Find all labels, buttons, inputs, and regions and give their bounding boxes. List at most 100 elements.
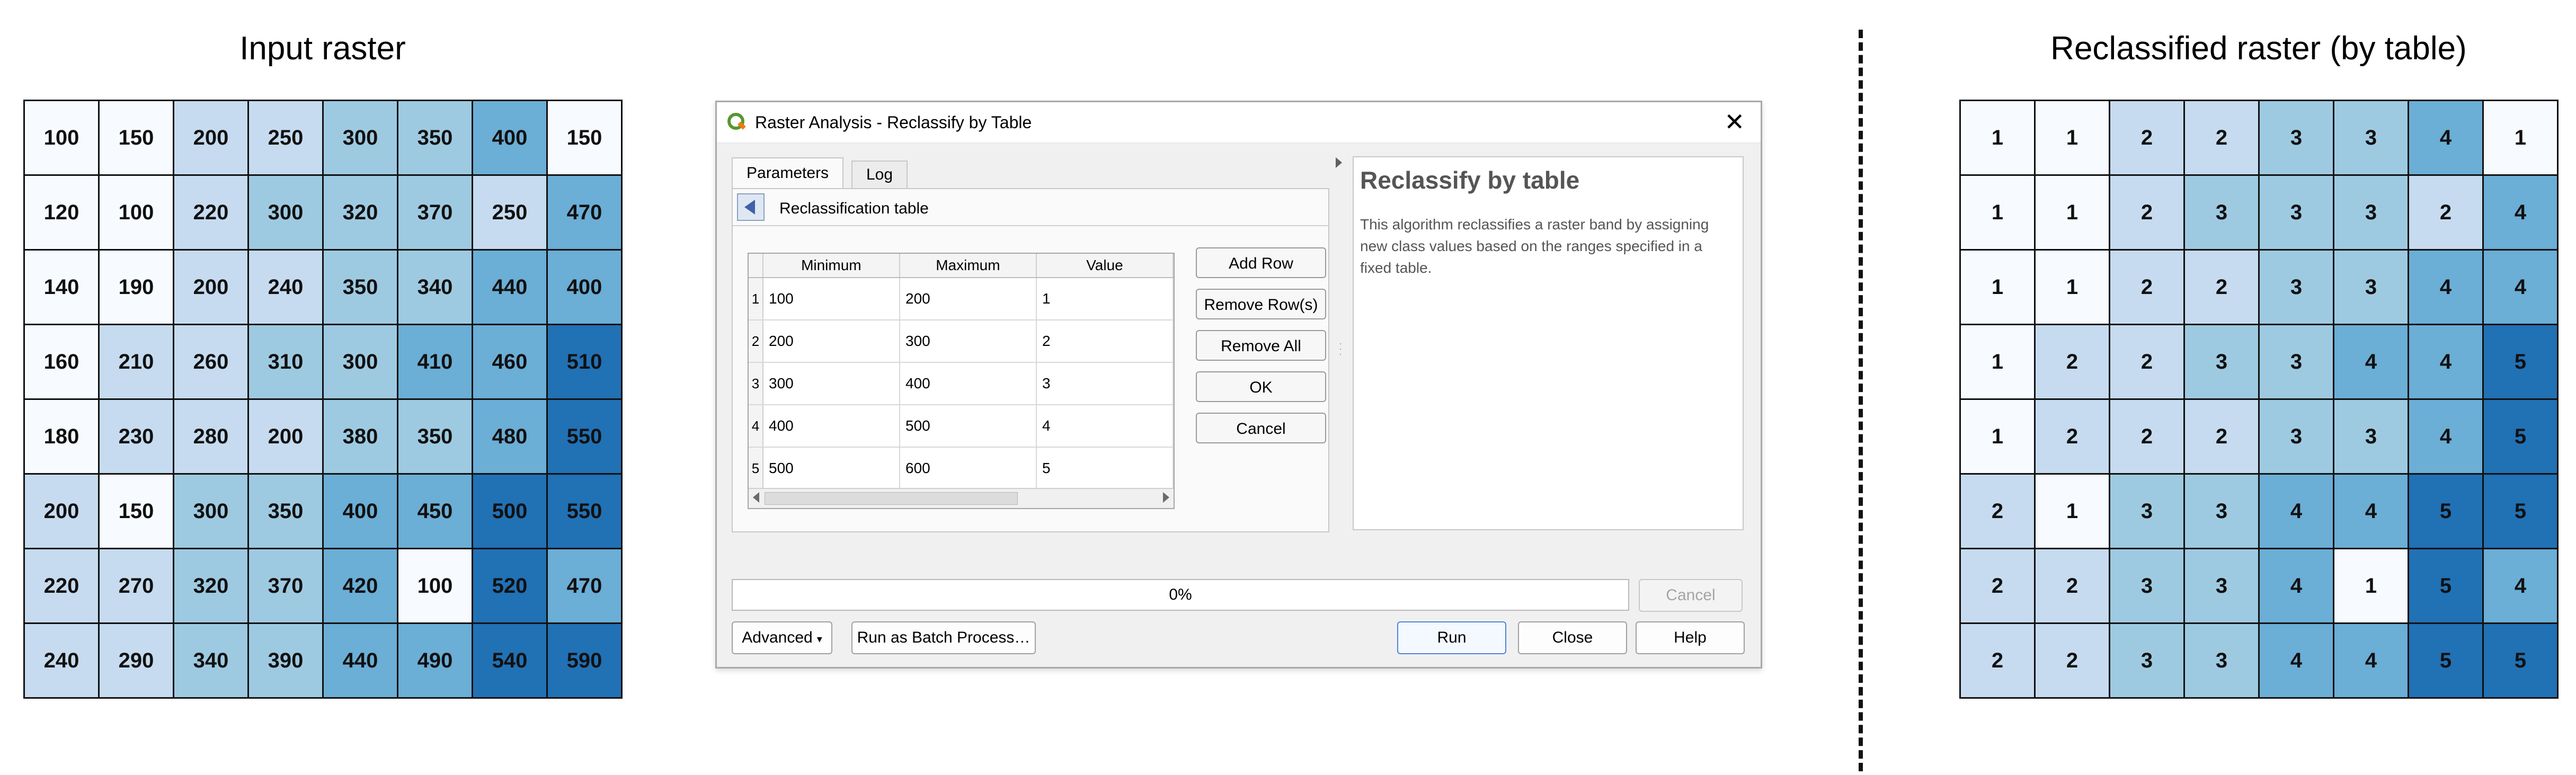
raster-cell: 440: [324, 624, 398, 699]
raster-cell: 220: [25, 549, 100, 624]
parameters-panel: Reclassification table Minimum Maximum V…: [732, 188, 1329, 532]
raster-cell: 500: [473, 475, 548, 549]
raster-cell: 300: [324, 101, 398, 176]
help-button[interactable]: Help: [1636, 621, 1745, 654]
collapse-help-icon[interactable]: [1336, 157, 1342, 168]
minimum-cell[interactable]: 300: [763, 363, 900, 404]
raster-cell: 240: [249, 251, 324, 325]
raster-cell: 2: [1961, 549, 2036, 624]
value-cell[interactable]: 3: [1037, 363, 1174, 404]
remove-rows-button[interactable]: Remove Row(s): [1196, 289, 1326, 319]
batch-process-button[interactable]: Run as Batch Process…: [851, 621, 1036, 654]
value-cell[interactable]: 1: [1037, 278, 1174, 319]
table-row[interactable]: 1 100 200 1: [749, 278, 1174, 320]
raster-cell: 220: [174, 176, 249, 251]
raster-cell: 520: [473, 549, 548, 624]
raster-cell: 1: [2036, 475, 2110, 549]
raster-cell: 300: [249, 176, 324, 251]
raster-cell: 1: [1961, 325, 2036, 400]
raster-cell: 4: [2409, 400, 2484, 475]
run-button[interactable]: Run: [1397, 621, 1506, 654]
raster-cell: 4: [2260, 549, 2334, 624]
table-row[interactable]: 2 200 300 2: [749, 320, 1174, 363]
raster-cell: 320: [174, 549, 249, 624]
row-number: 1: [749, 278, 763, 319]
raster-cell: 3: [2110, 475, 2185, 549]
maximum-cell[interactable]: 200: [900, 278, 1037, 319]
minimum-cell[interactable]: 400: [763, 405, 900, 447]
maximum-cell[interactable]: 600: [900, 448, 1037, 489]
column-header-minimum[interactable]: Minimum: [763, 254, 900, 277]
table-row[interactable]: 3 300 400 3: [749, 363, 1174, 405]
raster-cell: 320: [324, 176, 398, 251]
raster-cell: 2: [1961, 624, 2036, 699]
raster-cell: 350: [398, 400, 473, 475]
raster-cell: 5: [2484, 325, 2559, 400]
reclassified-raster-title: Reclassified raster (by table): [2050, 30, 2467, 67]
raster-cell: 5: [2484, 475, 2559, 549]
raster-cell: 4: [2484, 549, 2559, 624]
maximum-cell[interactable]: 400: [900, 363, 1037, 404]
section-divider: [733, 225, 1328, 226]
raster-cell: 410: [398, 325, 473, 400]
scroll-left-icon[interactable]: [753, 492, 759, 503]
raster-cell: 5: [2409, 475, 2484, 549]
horizontal-scrollbar[interactable]: [749, 488, 1174, 508]
raster-cell: 3: [2185, 325, 2260, 400]
input-raster-grid: 100 150 200 250 300 350 400 150 120 100 220 300 320 3…: [23, 100, 623, 699]
table-row[interactable]: 5 500 600 5: [749, 448, 1174, 490]
scrollbar-thumb[interactable]: [765, 492, 1018, 505]
raster-cell: 100: [100, 176, 174, 251]
qgis-logo-icon: [727, 113, 746, 130]
table-row[interactable]: 4 400 500 4: [749, 405, 1174, 448]
progress-text: 0%: [1169, 586, 1192, 603]
raster-cell: 440: [473, 251, 548, 325]
minimum-cell[interactable]: 500: [763, 448, 900, 489]
raster-cell: 2: [2036, 325, 2110, 400]
raster-cell: 3: [2185, 176, 2260, 251]
raster-cell: 2: [2036, 624, 2110, 699]
raster-cell: 370: [249, 549, 324, 624]
raster-cell: 470: [548, 176, 623, 251]
value-cell[interactable]: 4: [1037, 405, 1174, 447]
back-button[interactable]: [737, 193, 765, 221]
raster-cell: 540: [473, 624, 548, 699]
value-cell[interactable]: 5: [1037, 448, 1174, 489]
raster-cell: 1: [2036, 176, 2110, 251]
raster-cell: 3: [2185, 624, 2260, 699]
value-cell[interactable]: 2: [1037, 320, 1174, 362]
raster-cell: 350: [398, 101, 473, 176]
maximum-cell[interactable]: 300: [900, 320, 1037, 362]
raster-cell: 2: [2185, 251, 2260, 325]
raster-cell: 510: [548, 325, 623, 400]
scroll-right-icon[interactable]: [1163, 492, 1169, 503]
add-row-button[interactable]: Add Row: [1196, 247, 1326, 278]
reclassification-table[interactable]: Minimum Maximum Value 1 100 200 1 2 200 300 2 3 3…: [748, 253, 1175, 509]
progress-cancel-button[interactable]: Cancel: [1639, 579, 1743, 612]
table-header: Minimum Maximum Value: [749, 254, 1174, 278]
raster-cell: 340: [174, 624, 249, 699]
tab-parameters[interactable]: Parameters: [732, 157, 844, 190]
column-header-value[interactable]: Value: [1037, 254, 1174, 277]
raster-cell: 2: [1961, 475, 2036, 549]
remove-all-button[interactable]: Remove All: [1196, 330, 1326, 361]
ok-button[interactable]: OK: [1196, 371, 1326, 402]
tab-log[interactable]: Log: [851, 161, 908, 188]
column-header-maximum[interactable]: Maximum: [900, 254, 1037, 277]
progress-bar: 0%: [732, 579, 1629, 611]
minimum-cell[interactable]: 100: [763, 278, 900, 319]
raster-cell: 400: [473, 101, 548, 176]
minimum-cell[interactable]: 200: [763, 320, 900, 362]
raster-cell: 3: [2260, 101, 2334, 176]
advanced-dropdown[interactable]: Advanced ▾: [732, 621, 832, 654]
raster-cell: 250: [473, 176, 548, 251]
maximum-cell[interactable]: 500: [900, 405, 1037, 447]
raster-cell: 120: [25, 176, 100, 251]
table-cancel-button[interactable]: Cancel: [1196, 413, 1326, 443]
raster-cell: 4: [2334, 325, 2409, 400]
splitter-handle[interactable]: · · ·: [1339, 338, 1342, 359]
close-icon[interactable]: ✕: [1724, 108, 1745, 136]
close-button[interactable]: Close: [1518, 621, 1627, 654]
raster-cell: 450: [398, 475, 473, 549]
reclassified-raster-grid: 1122334111233324112233441223344512223345…: [1959, 100, 2559, 699]
